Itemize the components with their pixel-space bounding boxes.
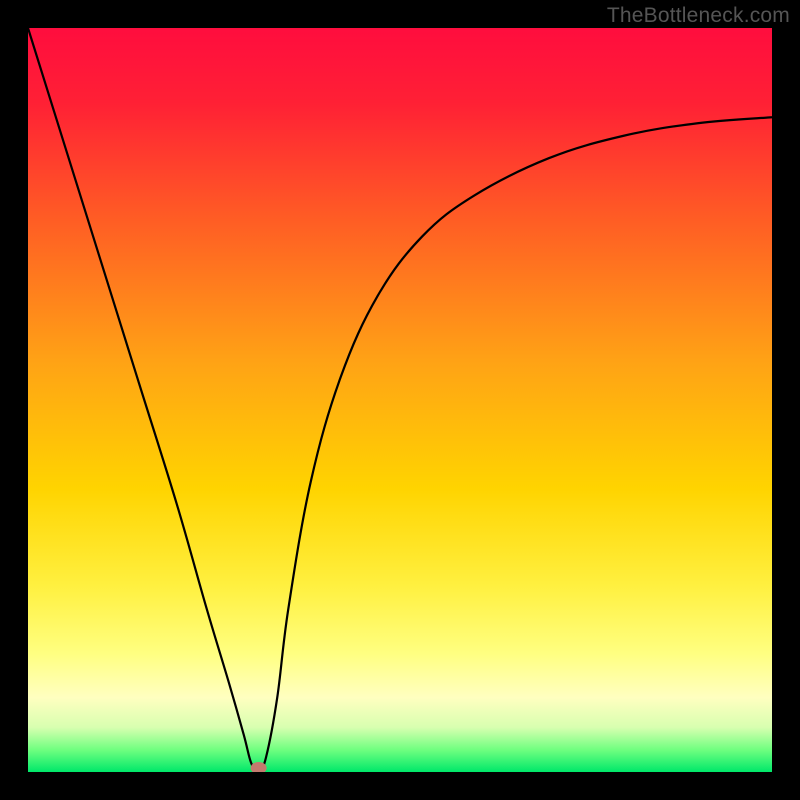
chart-frame: TheBottleneck.com: [0, 0, 800, 800]
chart-svg: [28, 28, 772, 772]
plot-area: [28, 28, 772, 772]
watermark-text: TheBottleneck.com: [607, 4, 790, 28]
gradient-background: [28, 28, 772, 772]
